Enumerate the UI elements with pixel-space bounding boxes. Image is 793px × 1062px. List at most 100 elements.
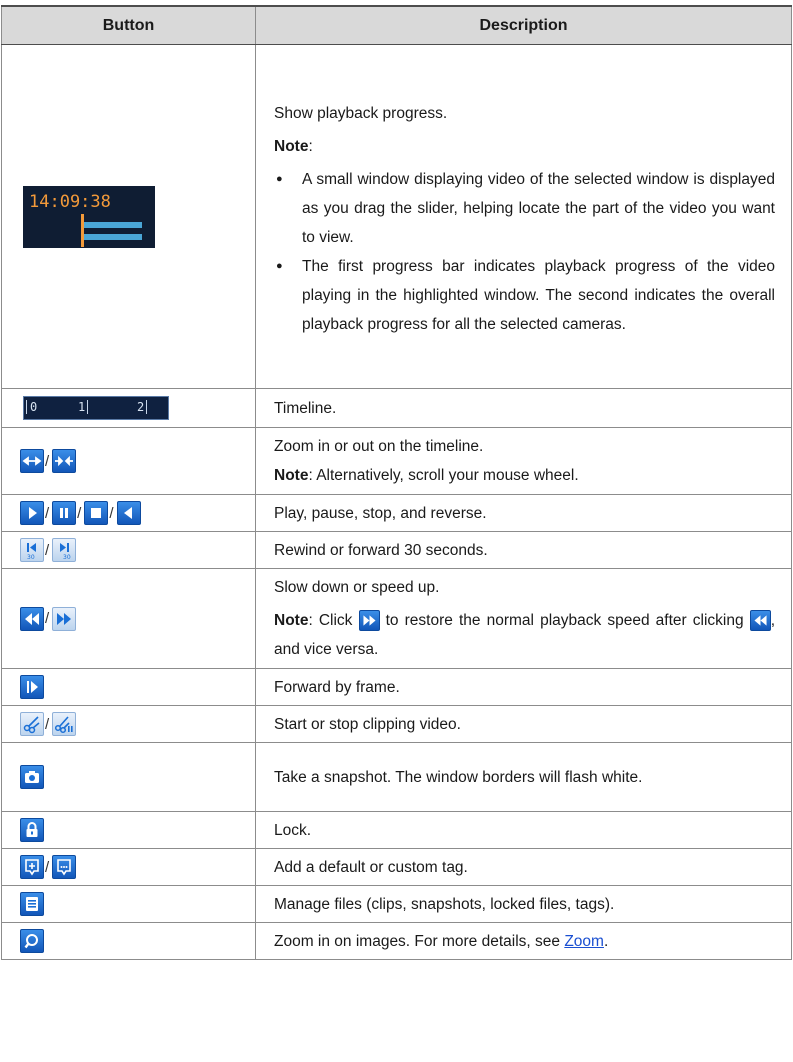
- description-cell: Forward by frame.: [255, 668, 792, 706]
- bullet-item: A small window displaying video of the s…: [276, 165, 775, 252]
- button-cell: / / /: [1, 494, 256, 532]
- file-manager-icon[interactable]: [20, 892, 44, 916]
- table-row: Forward by frame.: [1, 668, 792, 706]
- description-cell: Timeline.: [255, 388, 792, 428]
- description-cell: Zoom in on images. For more details, see…: [255, 922, 792, 960]
- reverse-icon[interactable]: [116, 501, 141, 525]
- progress-slider[interactable]: [81, 213, 84, 247]
- arrows-apart-icon[interactable]: [20, 449, 44, 473]
- separator: /: [45, 715, 50, 733]
- note-label: Note: [274, 612, 309, 629]
- slow-down-icon: [749, 610, 771, 632]
- bullet-item: The first progress bar indicates playbac…: [276, 252, 775, 339]
- table-row: 30 / 30 Rewind or forward 30 seconds.: [1, 531, 792, 569]
- description-cell: Slow down or speed up. Note: Click to re…: [255, 568, 792, 669]
- table-row: / Add a default or custom tag.: [1, 848, 792, 886]
- note-text-mid: to restore the normal playback speed aft…: [385, 612, 744, 629]
- zoom-text-pre: Zoom in on images. For more details, see: [274, 932, 561, 950]
- arrows-together-icon[interactable]: [52, 449, 77, 473]
- separator: /: [45, 541, 50, 559]
- note-bullets: A small window displaying video of the s…: [274, 165, 775, 339]
- button-cell: /: [1, 568, 256, 669]
- lock-icon[interactable]: [20, 818, 44, 842]
- zoom-link[interactable]: Zoom: [564, 933, 604, 950]
- timeline-tick: [26, 400, 27, 414]
- zoom-text-post: .: [603, 932, 609, 950]
- speed-up-icon: [358, 610, 380, 632]
- note-line: Note:: [274, 132, 775, 161]
- description-cell: Manage files (clips, snapshots, locked f…: [255, 885, 792, 923]
- button-description-table: Button Description 14:09:38 Show playbac…: [1, 5, 792, 960]
- table-row: / Start or stop clipping video.: [1, 705, 792, 743]
- separator: /: [45, 452, 50, 470]
- forward-30-icon[interactable]: 30: [52, 538, 77, 562]
- speed-up-icon[interactable]: [52, 606, 77, 631]
- description-cell: Zoom in or out on the timeline. Note: Al…: [255, 427, 792, 495]
- description-text: Play, pause, stop, and reverse.: [274, 504, 487, 522]
- table-row: Lock.: [1, 811, 792, 849]
- table-row: Zoom in on images. For more details, see…: [1, 922, 792, 960]
- button-cell: /: [1, 427, 256, 495]
- description-cell: Start or stop clipping video.: [255, 705, 792, 743]
- note-text: : Alternatively, scroll your mouse wheel…: [308, 467, 579, 484]
- timeline-tick: [146, 400, 147, 414]
- scissors-icon[interactable]: [20, 712, 44, 736]
- separator: /: [45, 610, 50, 627]
- note-label: Note: [274, 467, 309, 484]
- description-text: Show playback progress.: [274, 104, 448, 122]
- description-text: Timeline.: [274, 399, 337, 417]
- tag-custom-icon[interactable]: [52, 855, 77, 879]
- scissors-stop-icon[interactable]: [52, 712, 77, 736]
- button-cell: /: [1, 848, 256, 886]
- timeline-label: 2: [137, 400, 145, 414]
- note-colon: :: [308, 137, 313, 155]
- timeline-widget[interactable]: 0 1 2: [23, 396, 169, 420]
- pause-icon[interactable]: [52, 501, 77, 525]
- description-text: Slow down or speed up.: [274, 579, 440, 596]
- header-button: Button: [1, 5, 256, 45]
- playback-progress-widget[interactable]: 14:09:38: [23, 185, 155, 248]
- separator: /: [109, 504, 114, 522]
- slow-down-icon[interactable]: [20, 606, 44, 631]
- note-line: Note: Alternatively, scroll your mouse w…: [274, 461, 775, 490]
- button-cell: /: [1, 705, 256, 743]
- timeline-label: 0: [30, 400, 38, 414]
- svg-text:30: 30: [27, 554, 35, 561]
- separator: /: [77, 504, 82, 522]
- table-row: / Slow down or speed up. Note: Click to …: [1, 568, 792, 669]
- camera-icon[interactable]: [20, 765, 44, 789]
- description-text: Start or stop clipping video.: [274, 715, 461, 733]
- magnifier-icon[interactable]: [20, 929, 44, 953]
- description-text: Manage files (clips, snapshots, locked f…: [274, 895, 615, 913]
- button-cell: 30 / 30: [1, 531, 256, 569]
- button-cell: 0 1 2: [1, 388, 256, 428]
- note-line: Note: Click to restore the normal playba…: [274, 606, 775, 664]
- table-row: Manage files (clips, snapshots, locked f…: [1, 885, 792, 923]
- description-text: Zoom in or out on the timeline.: [274, 438, 484, 455]
- description-cell: Add a default or custom tag.: [255, 848, 792, 886]
- description-cell: Show playback progress. Note: A small wi…: [255, 44, 792, 389]
- table-header-row: Button Description: [1, 5, 792, 45]
- description-text: Forward by frame.: [274, 678, 400, 696]
- separator: /: [45, 504, 50, 522]
- button-cell: [1, 668, 256, 706]
- progress-bar-overall: [84, 233, 142, 240]
- description-text: Add a default or custom tag.: [274, 858, 468, 876]
- description-text: Rewind or forward 30 seconds.: [274, 541, 488, 559]
- table-row: Take a snapshot. The window borders will…: [1, 742, 792, 812]
- table-row: / / / Play, pause, stop, and reverse.: [1, 494, 792, 532]
- stop-icon[interactable]: [84, 501, 109, 525]
- progress-time: 14:09:38: [29, 191, 111, 212]
- frame-forward-icon[interactable]: [20, 675, 44, 699]
- play-icon[interactable]: [20, 501, 44, 525]
- header-description: Description: [255, 5, 792, 45]
- description-cell: Take a snapshot. The window borders will…: [255, 742, 792, 812]
- timeline-tick: [87, 400, 88, 414]
- description-text: Zoom in on images. For more details, see…: [274, 927, 775, 956]
- description-cell: Rewind or forward 30 seconds.: [255, 531, 792, 569]
- rewind-30-icon[interactable]: 30: [20, 538, 44, 562]
- separator: /: [45, 858, 50, 876]
- note-label: Note: [274, 137, 309, 155]
- tag-add-icon[interactable]: [20, 855, 44, 879]
- timeline-label: 1: [78, 400, 86, 414]
